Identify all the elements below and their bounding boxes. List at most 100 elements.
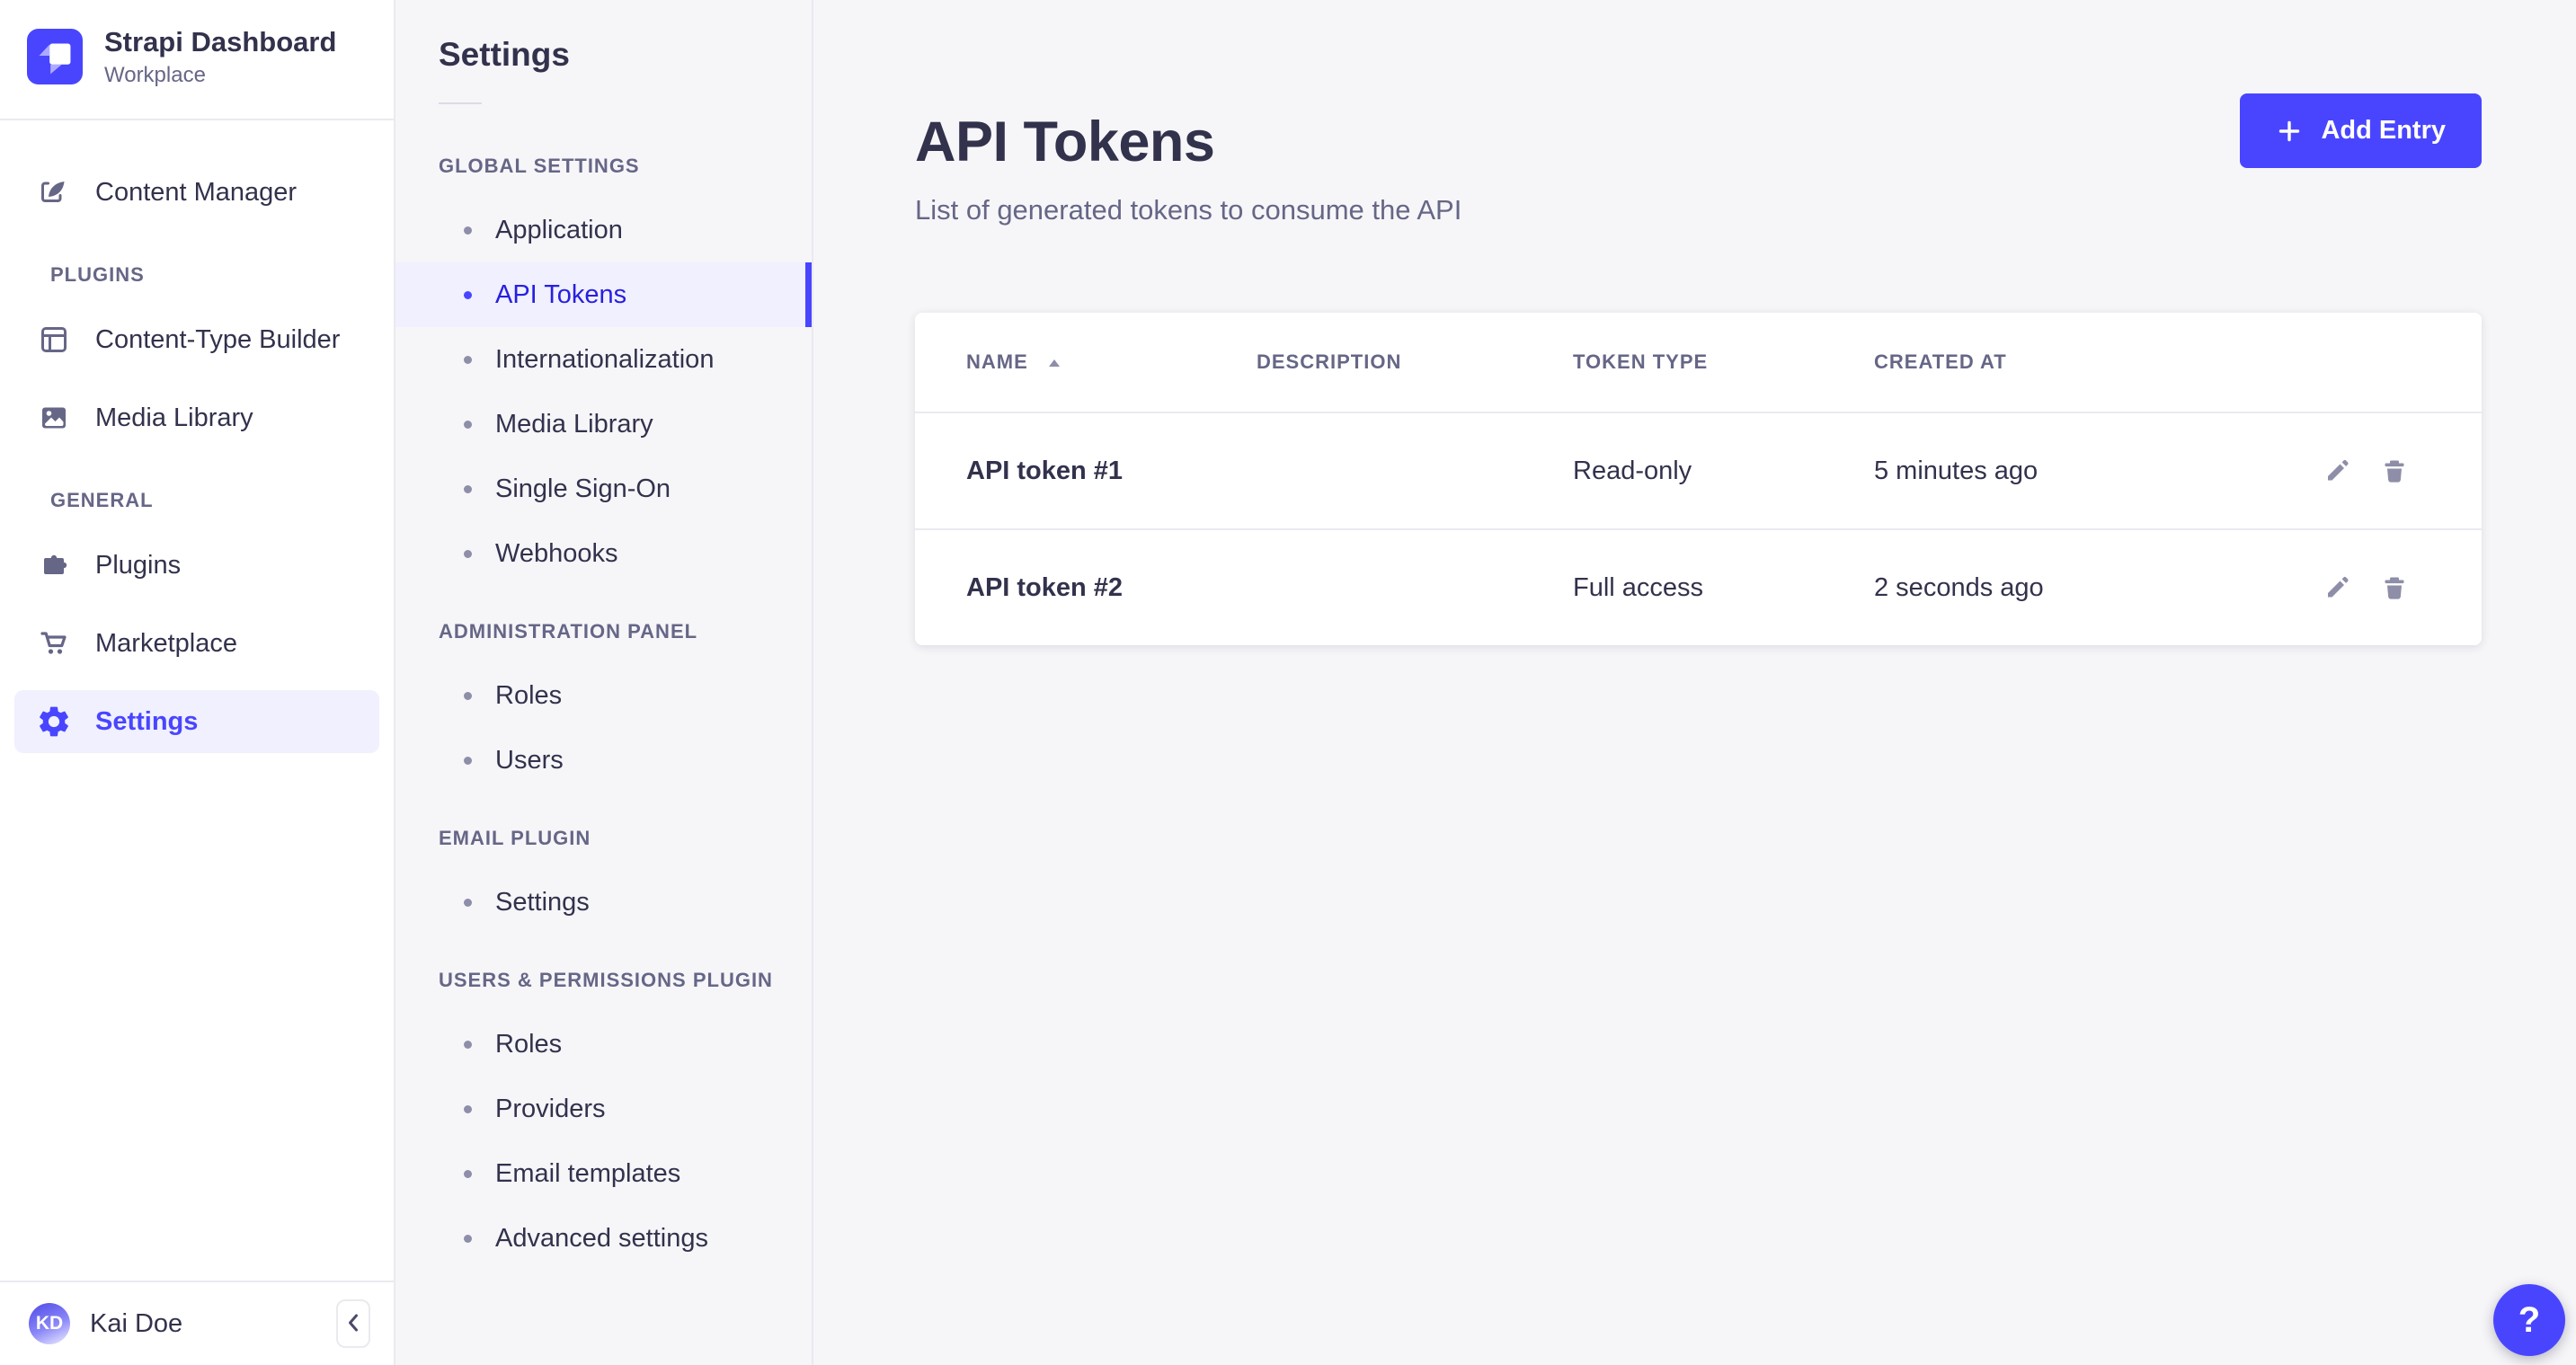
nav-item-content-type-builder[interactable]: Content-Type Builder <box>14 308 379 371</box>
subnav-item-api-tokens[interactable]: API Tokens <box>395 262 812 327</box>
bullet-icon <box>464 757 472 765</box>
subnav-item-label: Settings <box>495 888 590 917</box>
edit-token-button[interactable] <box>2322 572 2354 604</box>
subnav-item-label: Internationalization <box>495 345 714 375</box>
triangle-up-icon <box>1048 350 1061 374</box>
nav-item-label: Content Manager <box>95 178 297 208</box>
subnav-item-media-library[interactable]: Media Library <box>395 392 812 456</box>
subnav-item-advanced-settings[interactable]: Advanced settings <box>395 1206 812 1271</box>
avatar-initials: KD <box>36 1313 63 1334</box>
bullet-icon <box>464 550 472 558</box>
brand-title: Strapi Dashboard <box>104 25 336 58</box>
delete-token-button[interactable] <box>2379 455 2412 487</box>
subnav-item-label: Roles <box>495 1030 562 1059</box>
subnav-item-label: Email templates <box>495 1159 680 1189</box>
trash-icon <box>2379 456 2412 486</box>
bullet-icon <box>464 692 472 700</box>
nav-item-marketplace[interactable]: Marketplace <box>14 612 379 675</box>
subnav-item-label: Webhooks <box>495 539 618 569</box>
plus-icon <box>2276 118 2303 145</box>
subnav-title: Settings <box>439 36 812 74</box>
subnav-item-application[interactable]: Application <box>395 198 812 262</box>
nav-item-label: Plugins <box>95 551 181 581</box>
help-button[interactable]: ? <box>2493 1284 2565 1356</box>
column-header-label: NAME <box>966 350 1028 374</box>
bullet-icon <box>464 291 472 299</box>
subnav-item-label: Media Library <box>495 410 653 439</box>
main-nav-list: Content Manager PLUGINS Content-Type Bui… <box>0 120 394 1281</box>
workspace-brand[interactable]: Strapi Dashboard Workplace <box>0 0 394 119</box>
row-actions <box>2268 572 2412 604</box>
strapi-logo-icon <box>27 29 83 84</box>
subnav-section-users-permissions-plugin: USERS & PERMISSIONS PLUGIN <box>439 969 812 992</box>
nav-item-settings[interactable]: Settings <box>14 690 379 753</box>
subnav-item-label: Roles <box>495 681 562 711</box>
nav-item-label: Marketplace <box>95 629 237 659</box>
subnav-section-administration-panel: ADMINISTRATION PANEL <box>439 620 812 643</box>
page-title-block: API Tokens List of generated tokens to c… <box>915 93 1461 226</box>
subnav-item-label: Providers <box>495 1095 606 1124</box>
bullet-icon <box>464 899 472 907</box>
bullet-icon <box>464 226 472 235</box>
nav-item-plugins[interactable]: Plugins <box>14 534 379 597</box>
nav-section-label-plugins: PLUGINS <box>50 263 379 287</box>
edit-token-button[interactable] <box>2322 455 2354 487</box>
trash-icon <box>2379 572 2412 603</box>
subnav-item-internationalization[interactable]: Internationalization <box>395 327 812 392</box>
subnav-item-label: Single Sign-On <box>495 474 671 504</box>
column-header-token-type: TOKEN TYPE <box>1573 350 1874 374</box>
user-name: Kai Doe <box>90 1309 182 1339</box>
token-name-cell: API token #2 <box>966 573 1257 603</box>
nav-item-content-manager[interactable]: Content Manager <box>14 161 379 224</box>
nav-section-label-general: GENERAL <box>50 489 379 512</box>
subnav-item-up-roles[interactable]: Roles <box>395 1012 812 1077</box>
page-subtitle: List of generated tokens to consume the … <box>915 194 1461 226</box>
sidebar-footer: KD Kai Doe <box>0 1281 394 1365</box>
picture-icon <box>36 400 72 436</box>
subnav-item-users[interactable]: Users <box>395 728 812 793</box>
page-title: API Tokens <box>915 110 1461 174</box>
column-header-created-at: CREATED AT <box>1874 350 2268 374</box>
pencil-icon <box>2322 456 2354 486</box>
add-entry-label: Add Entry <box>2321 116 2446 146</box>
user-avatar[interactable]: KD <box>29 1303 70 1344</box>
bullet-icon <box>464 356 472 364</box>
subnav-item-providers[interactable]: Providers <box>395 1077 812 1141</box>
token-name-cell: API token #1 <box>966 456 1257 486</box>
question-mark-icon: ? <box>2518 1300 2540 1341</box>
bullet-icon <box>464 421 472 429</box>
column-header-name[interactable]: NAME <box>966 350 1257 374</box>
table-row-api-token-1[interactable]: API token #1 Read-only 5 minutes ago <box>915 412 2482 528</box>
add-entry-button[interactable]: Add Entry <box>2240 93 2482 168</box>
column-header-description: DESCRIPTION <box>1257 350 1573 374</box>
subnav-item-roles[interactable]: Roles <box>395 663 812 728</box>
bullet-icon <box>464 1170 472 1178</box>
bullet-icon <box>464 1235 472 1243</box>
delete-token-button[interactable] <box>2379 572 2412 604</box>
divider <box>439 102 482 104</box>
subnav-section-email-plugin: EMAIL PLUGIN <box>439 827 812 850</box>
subnav-item-email-settings[interactable]: Settings <box>395 870 812 935</box>
subnav-item-single-sign-on[interactable]: Single Sign-On <box>395 456 812 521</box>
subnav-item-email-templates[interactable]: Email templates <box>395 1141 812 1206</box>
token-created-at-cell: 2 seconds ago <box>1874 573 2268 603</box>
collapse-sidebar-button[interactable] <box>336 1299 370 1348</box>
subnav-section-global-settings: GLOBAL SETTINGS <box>439 155 812 178</box>
main-sidebar: Strapi Dashboard Workplace Content Manag… <box>0 0 395 1365</box>
nav-item-label: Media Library <box>95 403 253 433</box>
main-content: API Tokens List of generated tokens to c… <box>813 0 2576 1365</box>
layout-grid-icon <box>36 322 72 358</box>
table-row-api-token-2[interactable]: API token #2 Full access 2 seconds ago <box>915 528 2482 645</box>
nav-item-media-library[interactable]: Media Library <box>14 386 379 449</box>
api-tokens-table: NAME DESCRIPTION TOKEN TYPE CREATED AT A… <box>915 313 2482 645</box>
bullet-icon <box>464 1105 472 1113</box>
token-created-at-cell: 5 minutes ago <box>1874 456 2268 486</box>
bullet-icon <box>464 485 472 493</box>
subnav-item-webhooks[interactable]: Webhooks <box>395 521 812 586</box>
gear-icon <box>36 704 72 740</box>
settings-subnav: Settings GLOBAL SETTINGS Application API… <box>395 0 813 1365</box>
brand-text: Strapi Dashboard Workplace <box>104 25 336 88</box>
page-header: API Tokens List of generated tokens to c… <box>915 93 2482 226</box>
strapi-admin-app: Strapi Dashboard Workplace Content Manag… <box>0 0 2576 1365</box>
puzzle-piece-icon <box>36 547 72 583</box>
